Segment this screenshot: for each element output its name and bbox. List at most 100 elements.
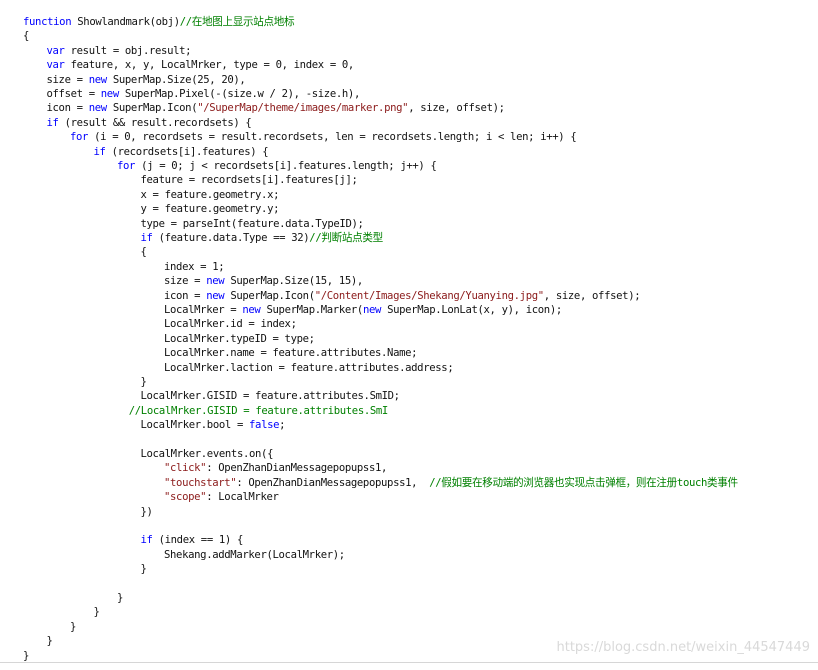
code-token: : OpenZhanDianMessagepopupss1, <box>206 462 388 475</box>
comment-token: //假如要在移动端的浏览器也实现点击弹框，则在注册touch类事件 <box>429 476 738 489</box>
code-token: Shekang.addMarker(LocalMrker); <box>164 548 345 561</box>
code-token: } <box>117 592 124 604</box>
code-line: } <box>70 620 76 634</box>
code-line: if (index == 1) { <box>140 533 244 547</box>
code-line: offset = new SuperMap.Pixel(-(size.w / 2… <box>46 87 361 101</box>
code-line: feature = recordsets[i].features[j]; <box>141 173 358 187</box>
keyword-token: new <box>206 289 225 302</box>
code-line: icon = new SuperMap.Icon("/Content/Image… <box>164 289 641 303</box>
code-token: offset = <box>46 88 101 100</box>
code-line: "click": OpenZhanDianMessagepopupss1, <box>164 461 387 475</box>
keyword-token: new <box>242 304 261 316</box>
code-token: LocalMrker.typeID = type; <box>164 332 315 345</box>
code-line: y = feature.geometry.y; <box>141 202 280 216</box>
code-token: } <box>70 620 77 633</box>
code-line: for (j = 0; j < recordsets[i].features.l… <box>117 159 437 173</box>
watermark-text: https://blog.csdn.net/weixin_44547449 <box>556 640 810 655</box>
code-line: } <box>141 375 147 389</box>
comment-token: //LocalMrker.GISID = feature.attributes.… <box>128 404 389 417</box>
code-line: size = new SuperMap.Size(15, 15), <box>164 274 363 288</box>
keyword-token: new <box>100 88 119 100</box>
code-token: SuperMap.Pixel(-(size.w / 2), -size.h), <box>118 88 360 100</box>
code-line: "touchstart": OpenZhanDianMessagepopupss… <box>164 476 738 490</box>
code-token: LocalMrker = <box>164 304 243 316</box>
code-token: feature, x, y, LocalMrker, type = 0, ind… <box>64 59 355 72</box>
keyword-token: for <box>70 131 89 144</box>
code-token: LocalMrker.events.on({ <box>140 448 274 460</box>
code-token: : OpenZhanDianMessagepopupss1, <box>236 476 430 489</box>
code-token: SuperMap.Icon( <box>224 289 315 302</box>
keyword-token: if <box>46 116 59 129</box>
code-line: }) <box>141 505 153 519</box>
keyword-token: if <box>140 534 153 547</box>
code-token: index = 1; <box>164 260 225 273</box>
code-token: SuperMap.Size(25, 20), <box>106 73 246 86</box>
code-line: size = new SuperMap.Size(25, 20), <box>47 73 246 87</box>
code-token: { <box>140 246 147 259</box>
string-token: "/Content/Images/Shekang/Yuanying.jpg" <box>314 289 544 302</box>
code-line: LocalMrker.GISID = feature.attributes.Sm… <box>141 389 401 403</box>
code-token: SuperMap.Icon( <box>106 102 198 115</box>
code-token: LocalMrker.name = feature.attributes.Nam… <box>164 347 418 360</box>
code-line: } <box>141 562 147 576</box>
code-token: } <box>23 649 30 662</box>
string-token: "scope" <box>164 491 207 504</box>
keyword-token: var <box>46 44 65 57</box>
code-line: icon = new SuperMap.Icon("/SuperMap/them… <box>46 101 506 115</box>
code-line: LocalMrker = new SuperMap.Marker(new Sup… <box>164 303 562 317</box>
code-token: result = obj.result; <box>64 44 192 57</box>
code-token: SuperMap.Marker( <box>260 304 363 316</box>
code-line: { <box>23 29 29 43</box>
code-view: function Showlandmark(obj)//在地图上显示站点地标{v… <box>0 0 818 662</box>
code-token: type = parseInt(feature.data.TypeID); <box>140 217 364 230</box>
keyword-token: var <box>46 59 65 72</box>
code-line: for (i = 0, recordsets = result.recordse… <box>70 130 577 144</box>
code-line: if (result && result.recordsets) { <box>47 116 252 130</box>
code-token: (recordsets[i].features) { <box>105 145 269 158</box>
code-line: "scope": LocalMrker <box>164 490 279 504</box>
string-token: "click" <box>164 462 207 475</box>
code-token: }) <box>140 505 153 518</box>
code-token: SuperMap.Size(15, 15), <box>224 275 363 288</box>
code-token: (i = 0, recordsets = result.recordsets, … <box>88 131 577 144</box>
code-token: LocalMrker.laction = feature.attributes.… <box>164 361 454 374</box>
code-line: LocalMrker.bool = false; <box>141 418 286 432</box>
code-token: icon = <box>46 102 89 115</box>
keyword-token: new <box>362 304 382 316</box>
code-token: icon = <box>164 289 207 302</box>
code-token: LocalMrker.bool = <box>140 419 250 432</box>
code-line: type = parseInt(feature.data.TypeID); <box>141 217 364 231</box>
code-token: : LocalMrker <box>206 491 279 504</box>
code-token: , size, offset); <box>543 289 641 302</box>
code-token: ; <box>279 419 286 432</box>
code-line: if (recordsets[i].features) { <box>94 145 269 159</box>
comment-token: //在地图上显示站点地标 <box>179 16 295 28</box>
code-token: } <box>140 376 147 388</box>
string-token: "/SuperMap/theme/images/marker.png" <box>197 102 409 115</box>
code-line: LocalMrker.events.on({ <box>141 447 274 461</box>
keyword-token: if <box>140 232 153 244</box>
code-line: } <box>94 605 100 619</box>
code-line: if (feature.data.Type == 32)//判断站点类型 <box>140 231 384 245</box>
code-line: { <box>141 245 147 259</box>
string-token: "touchstart" <box>164 476 237 489</box>
code-token: y = feature.geometry.y; <box>140 203 280 216</box>
keyword-token: false <box>249 419 280 432</box>
keyword-token: new <box>206 275 225 288</box>
code-line: Shekang.addMarker(LocalMrker); <box>164 548 345 562</box>
code-token: LocalMrker.id = index; <box>164 318 297 331</box>
code-token: } <box>140 563 147 576</box>
code-line: } <box>23 649 29 663</box>
code-line: var feature, x, y, LocalMrker, type = 0,… <box>46 58 355 72</box>
keyword-token: function <box>23 16 72 28</box>
code-line: var result = obj.result; <box>47 44 192 58</box>
code-line: index = 1; <box>164 260 225 274</box>
code-token: (j = 0; j < recordsets[i].features.lengt… <box>135 160 437 172</box>
keyword-token: new <box>88 73 107 86</box>
code-token: } <box>93 606 100 619</box>
keyword-token: if <box>93 145 106 158</box>
code-token: (index == 1) { <box>152 534 244 547</box>
code-line: LocalMrker.name = feature.attributes.Nam… <box>164 346 418 360</box>
code-token: (result && result.recordsets) { <box>58 116 252 129</box>
code-token: } <box>46 635 53 648</box>
